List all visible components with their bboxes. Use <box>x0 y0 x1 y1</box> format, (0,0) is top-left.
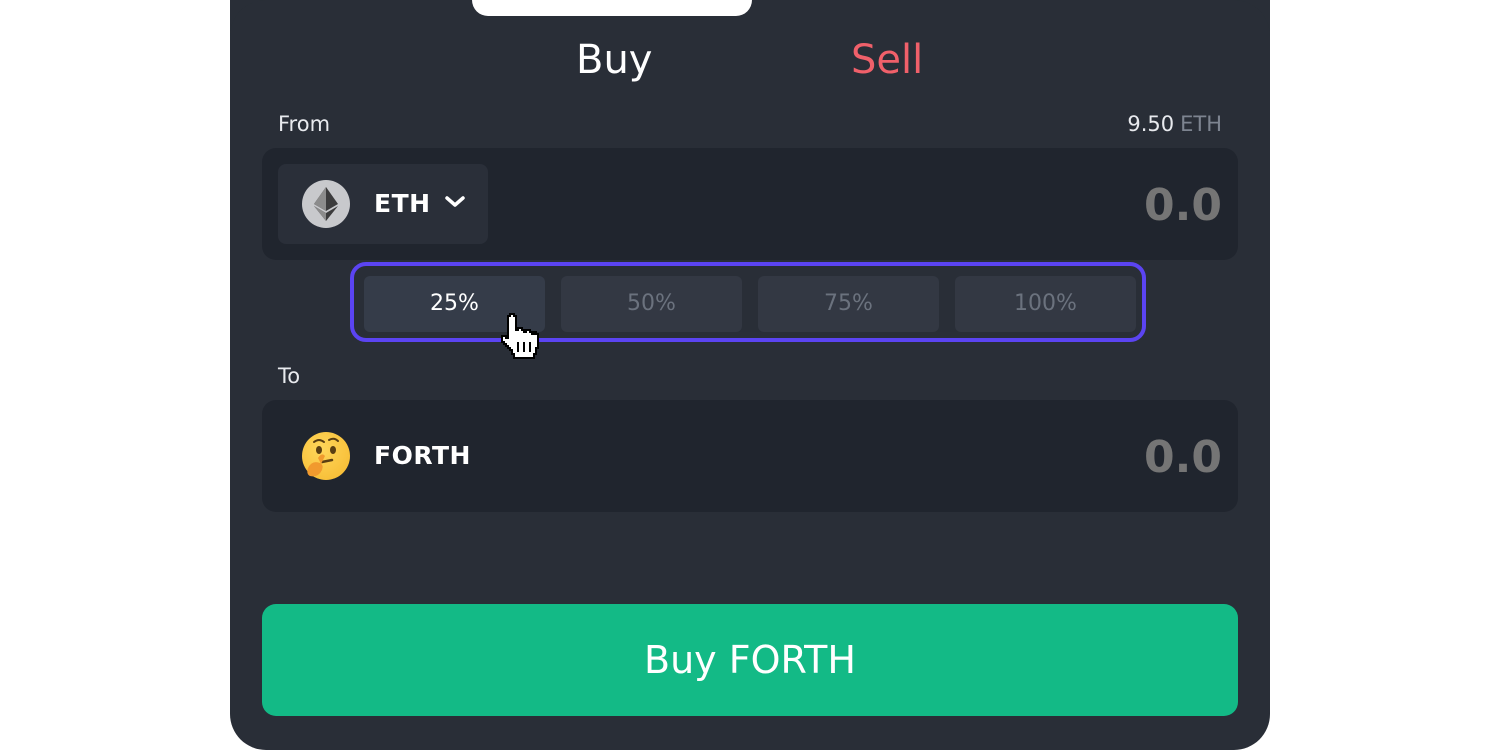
hand-pointer-cursor-icon <box>501 313 539 359</box>
from-token-box: ETH <box>262 148 1238 260</box>
percent-75-button[interactable]: 75% <box>758 276 939 332</box>
chevron-down-icon <box>445 196 465 207</box>
tab-sell[interactable]: Sell <box>851 34 923 86</box>
ethereum-icon <box>302 180 350 228</box>
balance-unit: ETH <box>1180 112 1222 136</box>
buy-forth-button[interactable]: Buy FORTH <box>262 604 1238 716</box>
to-token-box: FORTH <box>262 400 1238 512</box>
percent-50-button[interactable]: 50% <box>561 276 742 332</box>
from-amount-input[interactable] <box>922 178 1222 234</box>
thinking-face-emoji-icon <box>302 432 350 480</box>
tab-buy[interactable]: Buy <box>576 34 652 86</box>
balance-amount: 9.50 <box>1127 112 1175 136</box>
to-token-name: FORTH <box>374 441 471 470</box>
to-token: FORTH <box>278 416 488 496</box>
panel-notch <box>472 0 752 16</box>
from-balance: 9.50 ETH <box>1127 112 1222 136</box>
to-label: To <box>278 364 301 388</box>
from-token-selector[interactable]: ETH <box>278 164 488 244</box>
to-amount-input[interactable] <box>922 430 1222 486</box>
percent-selector: 25% 50% 75% 100% <box>350 262 1146 342</box>
from-label: From <box>278 112 331 136</box>
from-token-name: ETH <box>374 189 431 218</box>
percent-100-button[interactable]: 100% <box>955 276 1136 332</box>
